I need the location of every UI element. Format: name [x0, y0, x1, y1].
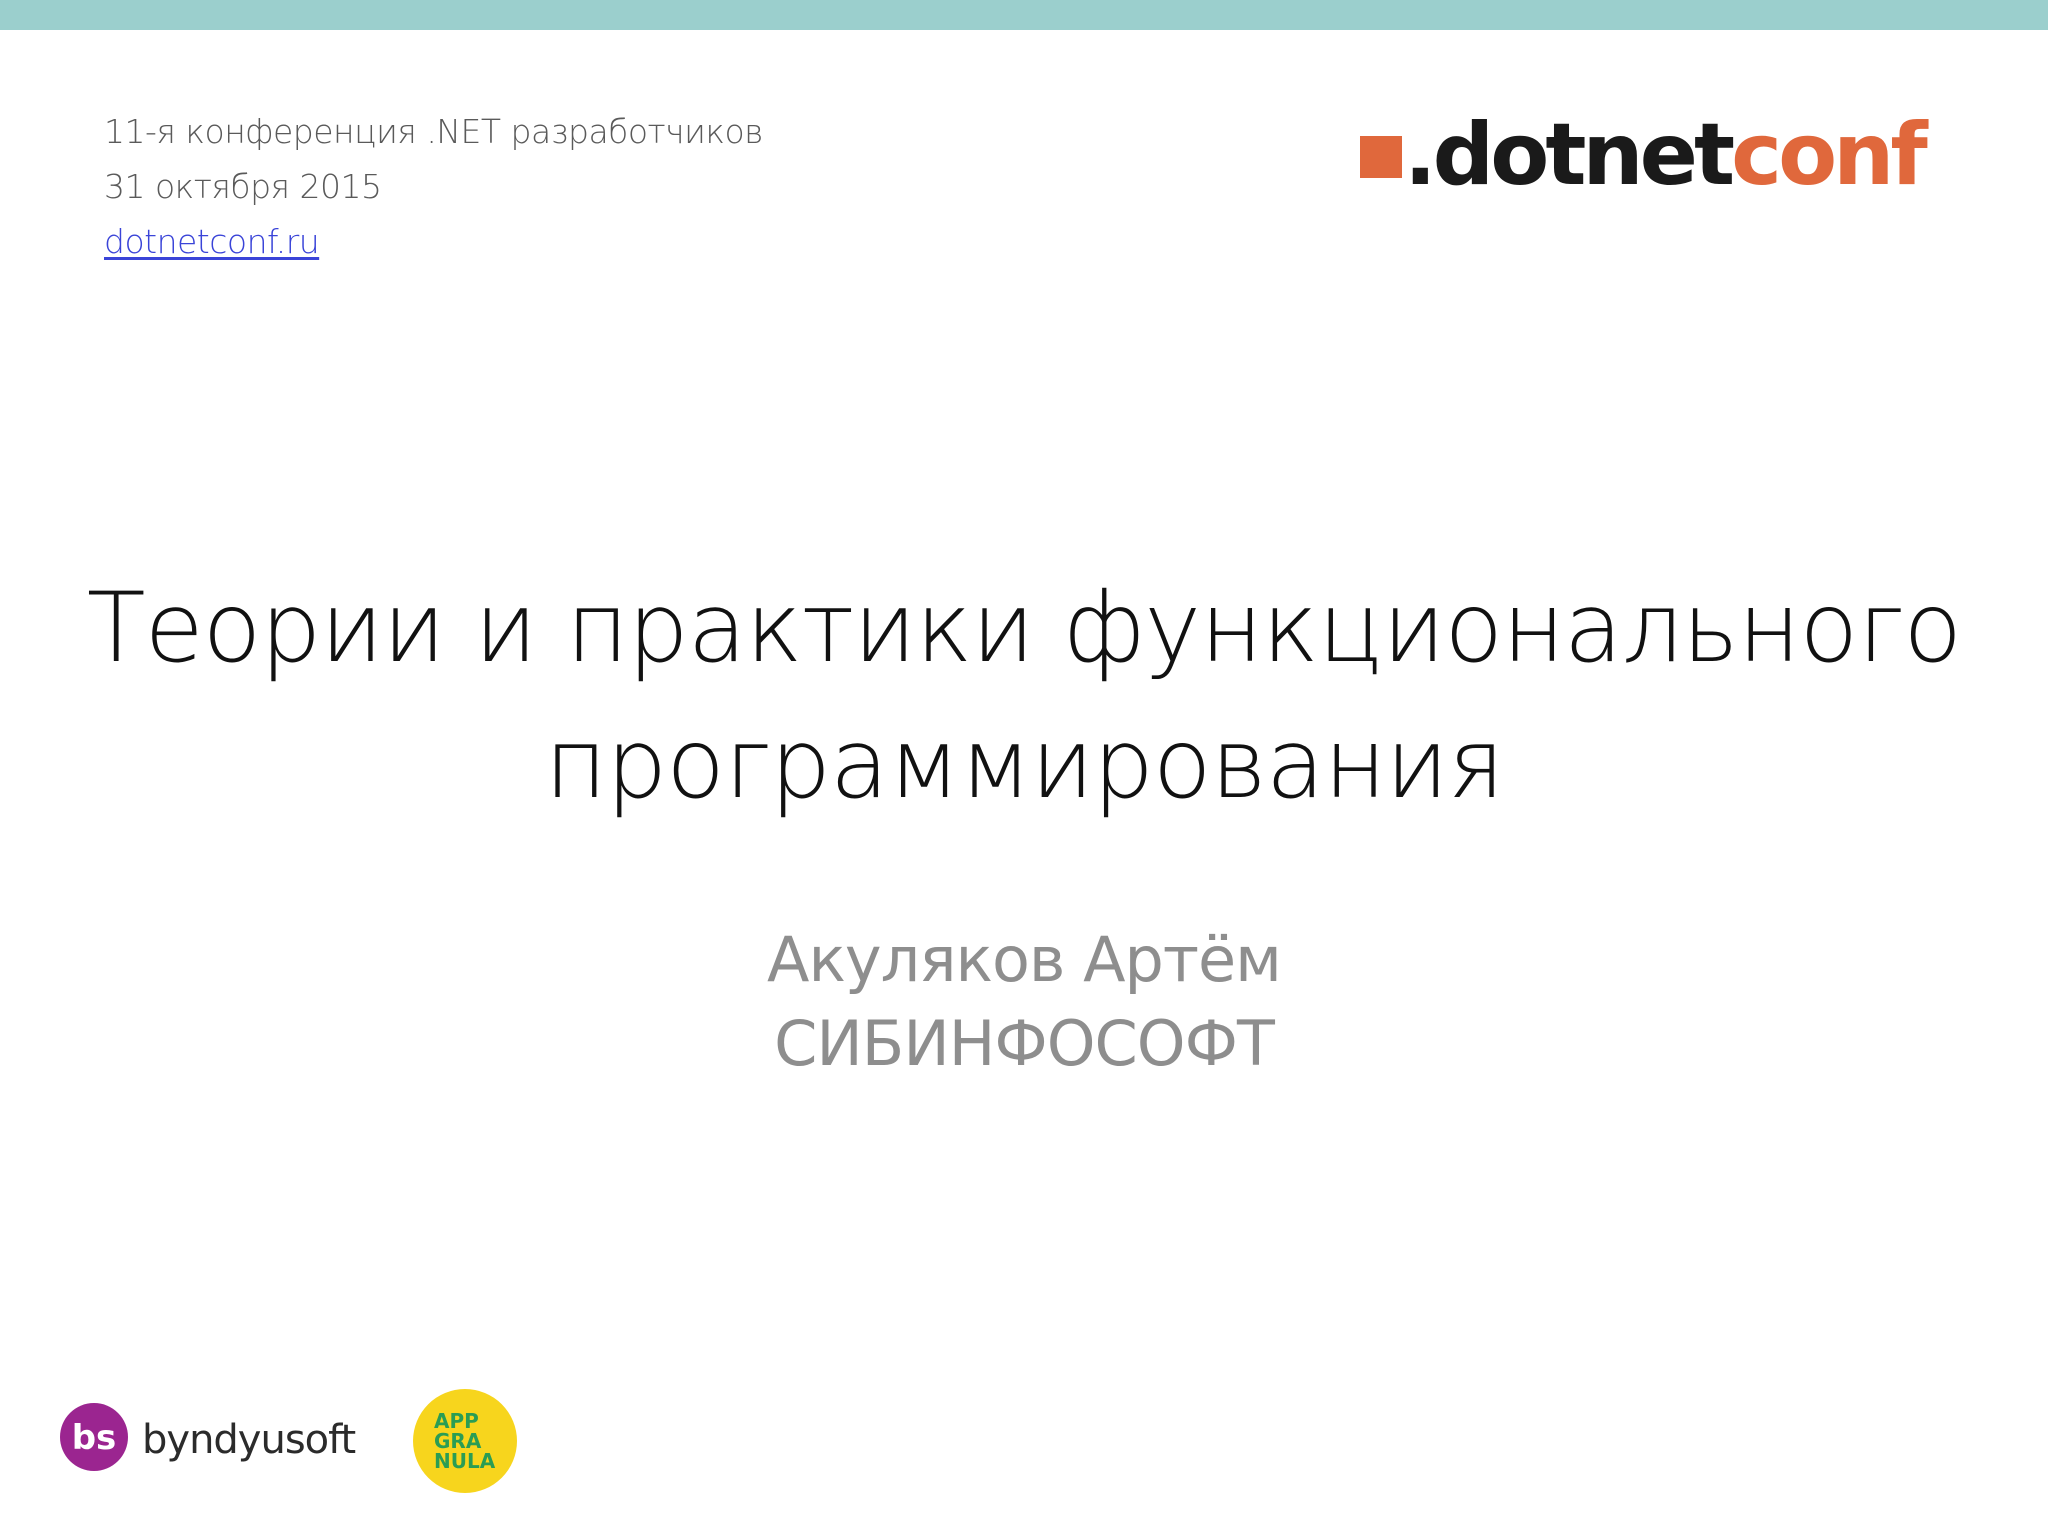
site-link[interactable]: dotnetconf.ru — [104, 222, 320, 261]
conference-name: 11-я конференция .NET разработчиков — [104, 112, 764, 151]
logo-text-conf: conf — [1731, 112, 1929, 202]
author-company: СИБИНФОСОФТ — [774, 1007, 1275, 1080]
author-name: Акуляков Артём — [767, 923, 1282, 996]
byndyusoft-text: byndyusoft — [142, 1417, 356, 1463]
appgranula-line-3: NULA — [434, 1449, 496, 1473]
top-accent-bar — [0, 0, 2048, 30]
svg-text:.dotnetconf: .dotnetconf — [1404, 112, 1929, 202]
slide: 11-я конференция .NET разработчиков 31 о… — [0, 0, 2048, 1535]
slide-title: Теории и практики функционального програ… — [0, 560, 2048, 832]
logo-text-dotnet: .dotnet — [1404, 112, 1734, 202]
byndyusoft-logo: bs byndyusoft — [60, 1403, 357, 1471]
logo-orange-square-icon — [1360, 136, 1402, 178]
author-block: Акуляков Артём СИБИНФОСОФТ — [0, 918, 2048, 1086]
appgranula-logo: APP GRA NULA — [413, 1389, 517, 1493]
byndyusoft-badge-text: bs — [72, 1418, 117, 1458]
conference-info: 11-я конференция .NET разработчиков 31 о… — [104, 104, 764, 269]
dotnetconf-logo: .dotnetconf — [1360, 112, 1933, 202]
conference-date: 31 октября 2015 — [104, 167, 382, 206]
title-line-1: Теории и практики функционального — [86, 572, 1962, 684]
title-line-2: программирования — [544, 708, 1505, 820]
